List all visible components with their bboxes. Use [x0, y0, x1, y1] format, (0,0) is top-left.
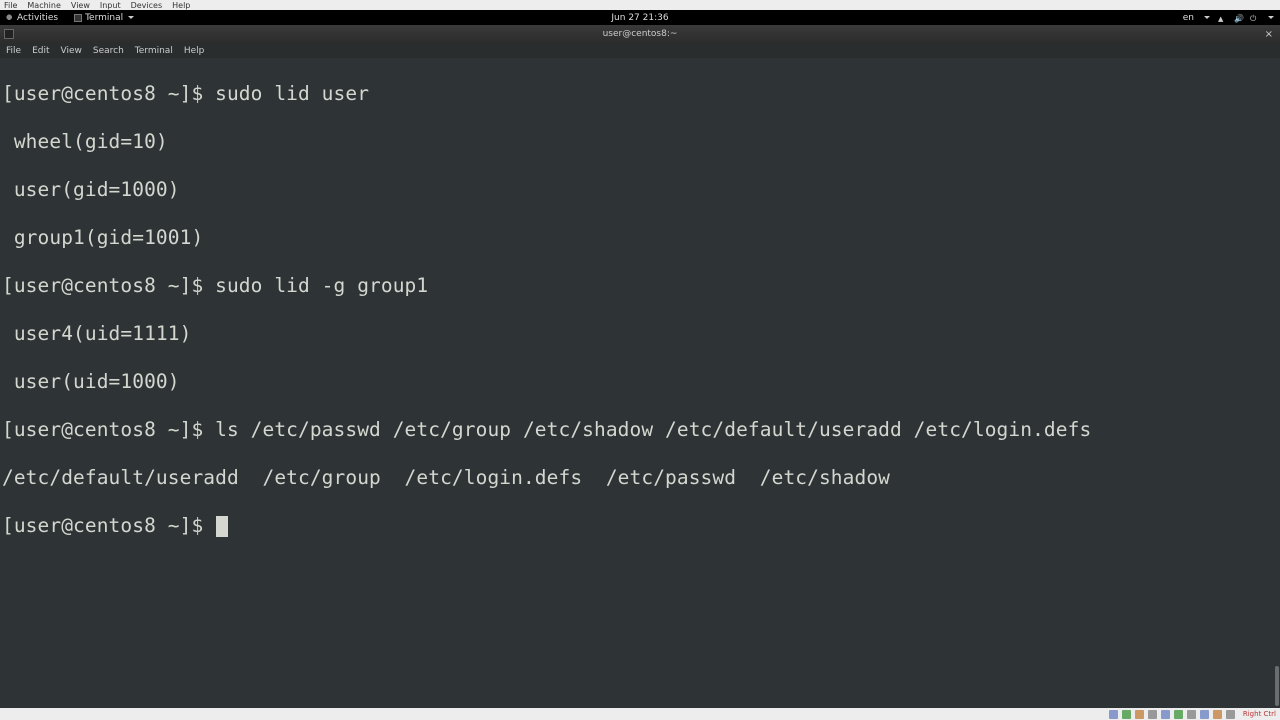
chevron-down-icon [1204, 16, 1210, 19]
terminal-line: user(gid=1000) [2, 178, 1278, 202]
vbox-menu-machine[interactable]: Machine [27, 1, 61, 10]
terminal-line: /etc/default/useradd /etc/group /etc/log… [2, 466, 1278, 490]
close-button[interactable]: × [1262, 29, 1276, 40]
virtualbox-menu-bar: File Machine View Input Devices Help [0, 0, 1280, 10]
terminal-menu-bar: File Edit View Search Terminal Help [0, 43, 1280, 58]
vbox-menu-view[interactable]: View [71, 1, 90, 10]
vbox-usb-icon[interactable] [1135, 710, 1144, 719]
app-menu[interactable]: Terminal [74, 13, 134, 23]
vbox-menu-input[interactable]: Input [100, 1, 121, 10]
vbox-menu-help[interactable]: Help [172, 1, 190, 10]
chevron-down-icon [1268, 16, 1274, 19]
vbox-host-key: Right Ctrl [1243, 710, 1276, 718]
virtualbox-status-bar: Right Ctrl [0, 708, 1280, 720]
terminal-line: group1(gid=1001) [2, 226, 1278, 250]
speaker-icon[interactable] [1234, 14, 1242, 22]
terminal-line: [user@centos8 ~]$ ls /etc/passwd /etc/gr… [2, 418, 1278, 442]
vbox-mouse-icon[interactable] [1213, 710, 1222, 719]
terminal-line: [user@centos8 ~]$ sudo lid -g group1 [2, 274, 1278, 298]
vbox-hdd-icon[interactable] [1109, 710, 1118, 719]
input-language[interactable]: en [1183, 13, 1194, 23]
term-menu-view[interactable]: View [61, 46, 82, 56]
gnome-foot-icon [6, 14, 14, 22]
chevron-down-icon [128, 16, 134, 19]
terminal-icon [74, 14, 82, 22]
term-menu-edit[interactable]: Edit [32, 46, 49, 56]
vbox-shared-folder-icon[interactable] [1148, 710, 1157, 719]
term-menu-terminal[interactable]: Terminal [135, 46, 173, 56]
vbox-network-icon[interactable] [1161, 710, 1170, 719]
app-menu-label: Terminal [85, 13, 123, 23]
vbox-recording-icon[interactable] [1187, 710, 1196, 719]
terminal-content[interactable]: [user@centos8 ~]$ sudo lid user wheel(gi… [0, 58, 1280, 708]
window-title: user@centos8:~ [603, 29, 678, 39]
vbox-cpu-icon[interactable] [1200, 710, 1209, 719]
system-tray[interactable]: en [1183, 13, 1274, 23]
term-menu-file[interactable]: File [6, 46, 21, 56]
gnome-top-panel: Activities Terminal Jun 27 21:36 en [0, 10, 1280, 25]
activities-button[interactable]: Activities [6, 13, 58, 23]
terminal-line: wheel(gid=10) [2, 130, 1278, 154]
vbox-optical-icon[interactable] [1122, 710, 1131, 719]
cursor [216, 516, 228, 537]
activities-label: Activities [17, 13, 58, 23]
term-menu-search[interactable]: Search [93, 46, 124, 56]
terminal-line: [user@centos8 ~]$ sudo lid user [2, 82, 1278, 106]
terminal-icon [4, 29, 14, 39]
vbox-keyboard-icon[interactable] [1226, 710, 1235, 719]
scrollbar-thumb[interactable] [1275, 666, 1279, 706]
terminal-line: user4(uid=1111) [2, 322, 1278, 346]
power-icon[interactable] [1250, 14, 1258, 22]
terminal-line: user(uid=1000) [2, 370, 1278, 394]
vbox-display-icon[interactable] [1174, 710, 1183, 719]
terminal-titlebar[interactable]: user@centos8:~ × [0, 25, 1280, 43]
clock[interactable]: Jun 27 21:36 [611, 13, 668, 23]
terminal-prompt-line: [user@centos8 ~]$ [2, 514, 1278, 538]
network-icon[interactable] [1218, 14, 1226, 22]
prompt: [user@centos8 ~]$ [2, 514, 215, 537]
vbox-menu-devices[interactable]: Devices [131, 1, 163, 10]
term-menu-help[interactable]: Help [184, 46, 205, 56]
vbox-menu-file[interactable]: File [4, 1, 17, 10]
